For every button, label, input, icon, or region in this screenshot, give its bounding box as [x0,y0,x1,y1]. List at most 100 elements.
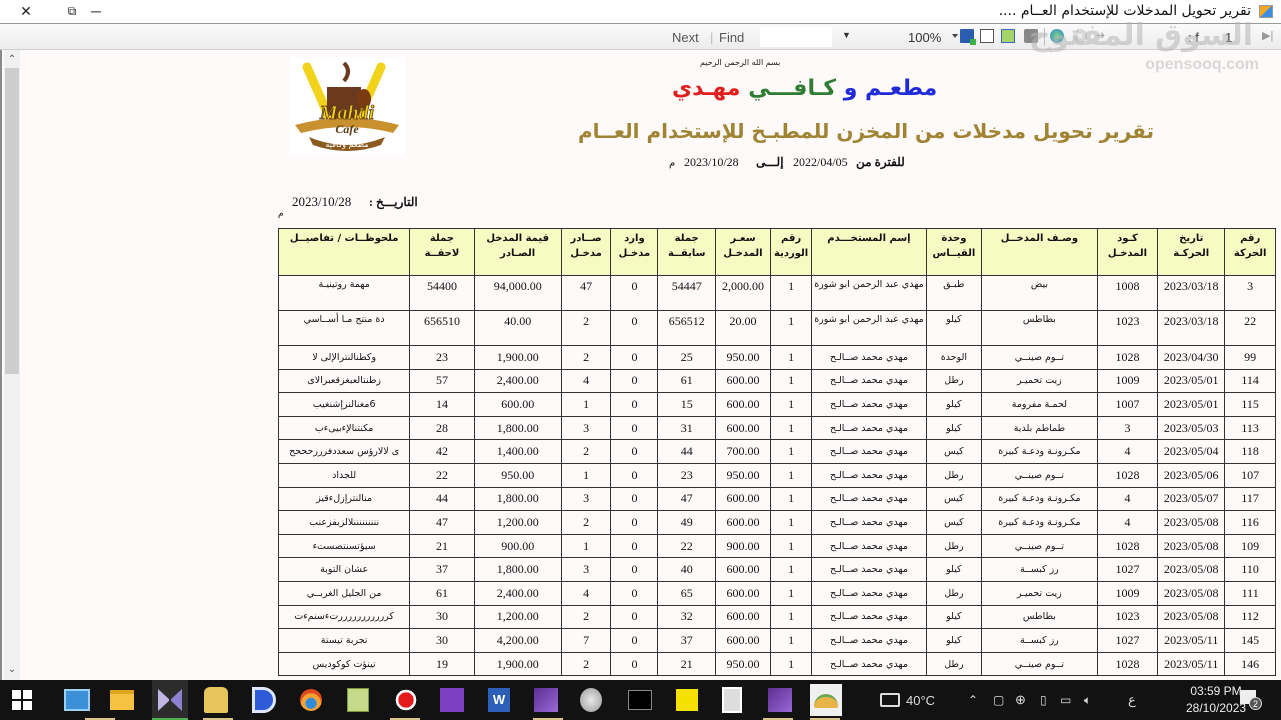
cell-movement-no: 99 [1224,345,1276,370]
refresh-icon[interactable] [1050,29,1064,43]
cell-outgoing-value: 4,200.00 [473,628,562,653]
cell-outgoing-value: 1,200.00 [473,510,562,535]
cell-movement-date: 2023/05/08 [1157,510,1226,535]
cell-notes: سيؤتسنتصستء [277,533,411,559]
cell-prev-total: 37 [657,628,716,653]
cell-unit: كيلو [925,604,983,630]
minimize-icon[interactable]: ─ [84,2,108,20]
network-icon[interactable]: ⊕ [1015,680,1026,720]
close-icon[interactable]: ✕ [14,2,38,20]
cell-unit: الوحدة [925,345,983,370]
notification-count: 2 [1249,697,1262,710]
last-page-icon[interactable]: ▶| [1262,29,1276,43]
cell-shift-no: 1 [770,486,813,512]
zoom-select[interactable]: 100% [908,30,941,45]
cell-item-price: 600.00 [714,368,772,394]
visual-studio-icon[interactable] [440,688,464,712]
table-header-row: رقم الحركة تاريخ الحركـة كـود المدخـل وصـف … [277,228,1276,276]
cell-item-code: 1028 [1096,533,1159,559]
cell-movement-date: 2023/05/11 [1157,628,1226,653]
taco-app-icon[interactable] [810,684,842,716]
cell-prev-total: 47 [657,486,716,512]
start-icon[interactable] [12,690,32,710]
page-layout-icon[interactable] [980,29,994,43]
find-button[interactable]: Find [719,30,744,45]
page-setup-icon[interactable] [1001,29,1015,43]
browser-icon[interactable] [300,689,322,711]
cell-item-code: 1023 [1096,310,1159,346]
print-icon[interactable] [1024,29,1038,43]
calculator-icon[interactable] [722,687,742,713]
cell-notes: زطنتالعبغزقعبرالاى [277,368,411,394]
cell-next-total: 30 [409,604,475,630]
stop-icon[interactable]: ✕ [1073,29,1087,43]
cell-incoming: 0 [610,533,659,559]
cell-prev-total: 54447 [657,275,716,311]
weather-widget[interactable]: 40°C [880,680,935,720]
scroll-up-icon[interactable]: ⌃ [4,52,20,68]
recorder-icon[interactable] [394,688,418,712]
cell-outgoing: 4 [560,580,612,606]
word-icon[interactable]: W [488,688,510,712]
cell-item-description: بطاطس [981,310,1098,346]
column-header-movement-no: رقم الحركة [1224,228,1276,276]
zoom-dropdown-arrow-icon[interactable]: ▼ [842,30,851,40]
table-row: 107 2023/05/06 1028 تــوم صينــي رطل مهدي محم… [277,462,1276,488]
db-tools-icon[interactable] [204,687,228,713]
cell-movement-no: 117 [1224,486,1276,512]
current-page-input[interactable]: 1 [1225,30,1232,45]
table-row: 112 2023/05/08 1023 بطاطس كيلو مهدي محمد صــا… [277,604,1276,630]
window-title: تقرير تحويل المدخلات للإستخدام العــام .… [998,3,1251,19]
cell-item-price: 900.00 [714,533,772,559]
terminal-icon[interactable] [628,690,652,710]
cell-item-code: 1007 [1096,392,1159,417]
scroll-down-icon[interactable]: ⌄ [4,662,20,678]
input-language[interactable]: ع [1128,680,1136,720]
deskpins-icon[interactable] [252,687,276,713]
visual-studio-2-icon[interactable] [534,688,558,712]
system-clock[interactable]: 03:59 PM 28/10/2023 [1186,683,1246,717]
back-icon[interactable]: ➔ [1096,29,1110,43]
speaker-app-icon[interactable] [580,688,602,712]
scrollbar-thumb[interactable] [5,68,19,374]
find-input[interactable] [760,27,832,47]
cell-outgoing: 2 [560,345,612,370]
cell-incoming: 0 [610,486,659,512]
battery-icon[interactable]: ▭ [1060,680,1071,720]
column-header-item-description: وصـف المدخــل [981,228,1098,276]
export-dropdown-icon[interactable] [952,34,958,38]
cell-outgoing-value: 2,400.00 [473,368,562,394]
cell-notes: عشان التوبة [277,557,411,582]
cell-movement-no: 111 [1224,580,1276,606]
table-row: 117 2023/05/07 4 مكـرونـة ودعـة كبيرة كيس مهد… [277,486,1276,512]
volume-icon[interactable]: 🔈︎ [1084,680,1091,720]
cell-unit: كيلو [925,628,983,653]
cell-outgoing-value: 1,900.00 [473,651,562,677]
cell-item-code: 4 [1096,486,1159,512]
cell-user-name: مهدي محمد صــالـح [811,580,927,606]
notepad-plus-icon[interactable] [347,688,369,712]
cell-outgoing: 3 [560,557,612,582]
file-explorer-icon[interactable] [110,690,134,710]
cell-unit: كيلو [925,415,983,441]
cell-user-name: مهدي محمد صــالـح [811,533,927,559]
cell-movement-no: 116 [1224,510,1276,535]
next-button[interactable]: Next [672,30,699,45]
show-hidden-icons[interactable]: ⌃ [968,680,978,720]
cell-notes: مكنتنالإءبيىءب [277,415,411,441]
cell-item-price: 2,000.00 [714,275,772,311]
visual-studio-3-icon[interactable] [768,688,792,712]
camera-icon[interactable]: ▢ [993,680,1004,720]
cell-item-description: رز كبســة [981,557,1098,582]
brand-part-restaurant: مطعـم و [843,76,938,101]
export-save-icon[interactable] [960,29,976,45]
notification-center-icon[interactable]: 2 [1238,688,1262,712]
vertical-scrollbar[interactable]: ⌃ ⌄ [4,50,20,680]
toolbar-separator: | [710,30,714,45]
sticky-notes-icon[interactable] [676,689,698,711]
cell-user-name: مهدي محمد صــالـح [811,651,927,677]
restore-icon[interactable]: ⧉ [60,2,84,20]
usb-icon[interactable]: ▯ [1040,680,1047,720]
cell-item-price: 600.00 [714,557,772,582]
control-panel-icon[interactable] [64,689,90,711]
